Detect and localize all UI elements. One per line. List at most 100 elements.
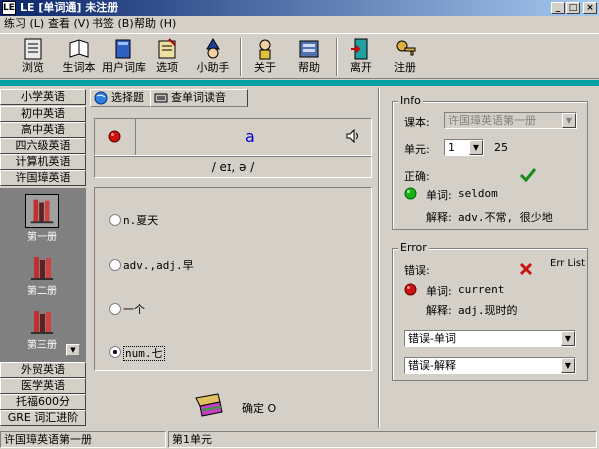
help-label: 帮助 bbox=[298, 61, 320, 74]
option-3-radio[interactable] bbox=[109, 303, 121, 315]
unit-label: 单元: bbox=[404, 143, 430, 156]
nav-medical-english[interactable]: 医学英语 bbox=[0, 378, 86, 394]
book-panel: 第一册 第二册 第三册 ▼ bbox=[0, 188, 86, 362]
register-button[interactable]: 注册 bbox=[384, 36, 426, 78]
menu-help[interactable]: 帮助 (H) bbox=[134, 17, 176, 31]
option-4-label[interactable]: num.七 bbox=[123, 346, 165, 361]
about-label: 关于 bbox=[254, 61, 276, 74]
nav-junior-english[interactable]: 初中英语 bbox=[0, 106, 86, 122]
speaker-icon[interactable] bbox=[345, 129, 361, 143]
book-volume-3-label: 第三册 bbox=[27, 340, 57, 351]
green-status-icon bbox=[404, 187, 417, 200]
textbook-label: 课本: bbox=[404, 116, 430, 129]
info-group-title: Info bbox=[398, 94, 423, 107]
register-label: 注册 bbox=[394, 61, 416, 74]
phonetic-display: / eɪ, ə / bbox=[94, 156, 372, 178]
paint-brush-icon bbox=[195, 393, 223, 417]
option-1-label[interactable]: n.夏天 bbox=[123, 214, 158, 227]
error-word-select[interactable]: 错误-单词 ▼ bbox=[404, 330, 576, 347]
textbook-select-value: 许国璋英语第一册 bbox=[448, 114, 536, 127]
nav-gre[interactable]: GRE 词汇进阶 bbox=[0, 410, 86, 426]
error-meaning-select[interactable]: 错误-解释 ▼ bbox=[404, 357, 576, 374]
books-icon bbox=[31, 311, 53, 334]
menu-bookmarks[interactable]: 书签 (B) bbox=[92, 17, 134, 31]
cross-icon bbox=[519, 262, 533, 276]
correct-word-value: seldom bbox=[458, 187, 498, 200]
app-icon: LE bbox=[2, 1, 16, 15]
status-unit: 第1单元 bbox=[168, 431, 597, 448]
option-2-radio[interactable] bbox=[109, 259, 121, 271]
option-1-radio[interactable] bbox=[109, 214, 121, 226]
menu-practice[interactable]: 练习 (L) bbox=[4, 17, 44, 31]
tab-pronunciation[interactable]: 查单词读音 bbox=[150, 89, 248, 107]
menu-bar: 练习 (L) 查看 (V) 书签 (B) 帮助 (H) bbox=[0, 16, 599, 33]
confirm-button[interactable]: 确定 O bbox=[242, 400, 276, 416]
book-volume-2[interactable]: 第二册 bbox=[22, 254, 62, 297]
minimize-button[interactable]: _ bbox=[551, 2, 565, 14]
maximize-button[interactable]: □ bbox=[566, 2, 580, 14]
window-title: LE [单词通] 未注册 bbox=[20, 1, 119, 14]
options-icon bbox=[158, 38, 176, 59]
menu-view[interactable]: 查看 (V) bbox=[48, 17, 90, 31]
options-button[interactable]: 选项 bbox=[146, 36, 188, 78]
error-meaning-label: 解释: bbox=[426, 304, 452, 317]
error-list-link[interactable]: Err List bbox=[550, 258, 585, 269]
assistant-label: 小助手 bbox=[196, 61, 230, 74]
nav-trade-english[interactable]: 外贸英语 bbox=[0, 362, 86, 378]
chevron-down-icon: ▼ bbox=[562, 113, 576, 128]
title-bar[interactable]: LE LE [单词通] 未注册 _ □ × bbox=[0, 0, 599, 16]
option-3-label[interactable]: 一个 bbox=[123, 303, 145, 316]
textbook-select[interactable]: 许国璋英语第一册 ▼ bbox=[444, 112, 577, 129]
error-word-value: current bbox=[458, 283, 505, 296]
error-label: 错误: bbox=[404, 264, 430, 277]
nav-toefl[interactable]: 托福600分 bbox=[0, 394, 86, 410]
register-key-icon bbox=[396, 40, 416, 56]
book-volume-1-label: 第一册 bbox=[27, 232, 57, 243]
error-group-title: Error bbox=[398, 241, 429, 254]
status-book: 许国璋英语第一册 bbox=[0, 431, 166, 448]
toolbar-separator bbox=[336, 38, 338, 76]
accent-bar bbox=[0, 80, 599, 86]
book-volume-1[interactable]: 第一册 bbox=[22, 194, 62, 243]
help-icon bbox=[299, 40, 319, 58]
nav-senior-english[interactable]: 高中英语 bbox=[0, 122, 86, 138]
notebook-label: 生词本 bbox=[62, 61, 96, 74]
chevron-down-icon: ▼ bbox=[561, 358, 575, 373]
user-library-button[interactable]: 用户词库 bbox=[102, 36, 146, 78]
help-button[interactable]: 帮助 bbox=[288, 36, 330, 78]
option-2-label[interactable]: adv.,adj.早 bbox=[123, 259, 194, 272]
close-button[interactable]: × bbox=[583, 2, 597, 14]
browse-label: 浏览 bbox=[22, 61, 44, 74]
exit-button[interactable]: 离开 bbox=[340, 36, 382, 78]
user-library-icon bbox=[115, 39, 131, 59]
nav-cet-english[interactable]: 四六级英语 bbox=[0, 138, 86, 154]
notebook-button[interactable]: 生词本 bbox=[58, 36, 100, 78]
keyboard-icon bbox=[154, 93, 168, 103]
question-panel: a bbox=[94, 118, 372, 156]
book-volume-3[interactable]: 第三册 bbox=[22, 308, 62, 351]
tab-multiple-choice-label: 选择题 bbox=[111, 91, 144, 104]
books-icon bbox=[25, 194, 59, 228]
unit-select[interactable]: 1 ▼ bbox=[444, 139, 484, 156]
option-4-radio[interactable] bbox=[109, 346, 121, 358]
tab-pronunciation-label: 查单词读音 bbox=[171, 91, 226, 104]
nav-xuguozhang-english[interactable]: 许国璋英语 bbox=[0, 170, 86, 186]
panel-divider bbox=[378, 88, 380, 428]
correct-word-label: 单词: bbox=[426, 189, 452, 202]
nav-primary-english[interactable]: 小学英语 bbox=[0, 89, 86, 105]
browse-button[interactable]: 浏览 bbox=[12, 36, 54, 78]
nav-computer-english[interactable]: 计算机英语 bbox=[0, 154, 86, 170]
correct-meaning-value: adv.不常, 很少地 bbox=[458, 211, 553, 224]
divider bbox=[135, 119, 136, 155]
scroll-down-button[interactable]: ▼ bbox=[66, 344, 80, 356]
books-icon bbox=[31, 257, 53, 280]
options-label: 选项 bbox=[156, 61, 178, 74]
options-panel: n.夏天 adv.,adj.早 一个 num.七 bbox=[94, 187, 372, 371]
chevron-down-icon: ▼ bbox=[469, 140, 483, 155]
assistant-button[interactable]: 小助手 bbox=[192, 36, 234, 78]
error-word-label: 单词: bbox=[426, 285, 452, 298]
unit-total: 25 bbox=[494, 141, 508, 154]
red-status-icon bbox=[108, 130, 121, 143]
question-word: a bbox=[245, 127, 255, 146]
about-button[interactable]: 关于 bbox=[244, 36, 286, 78]
